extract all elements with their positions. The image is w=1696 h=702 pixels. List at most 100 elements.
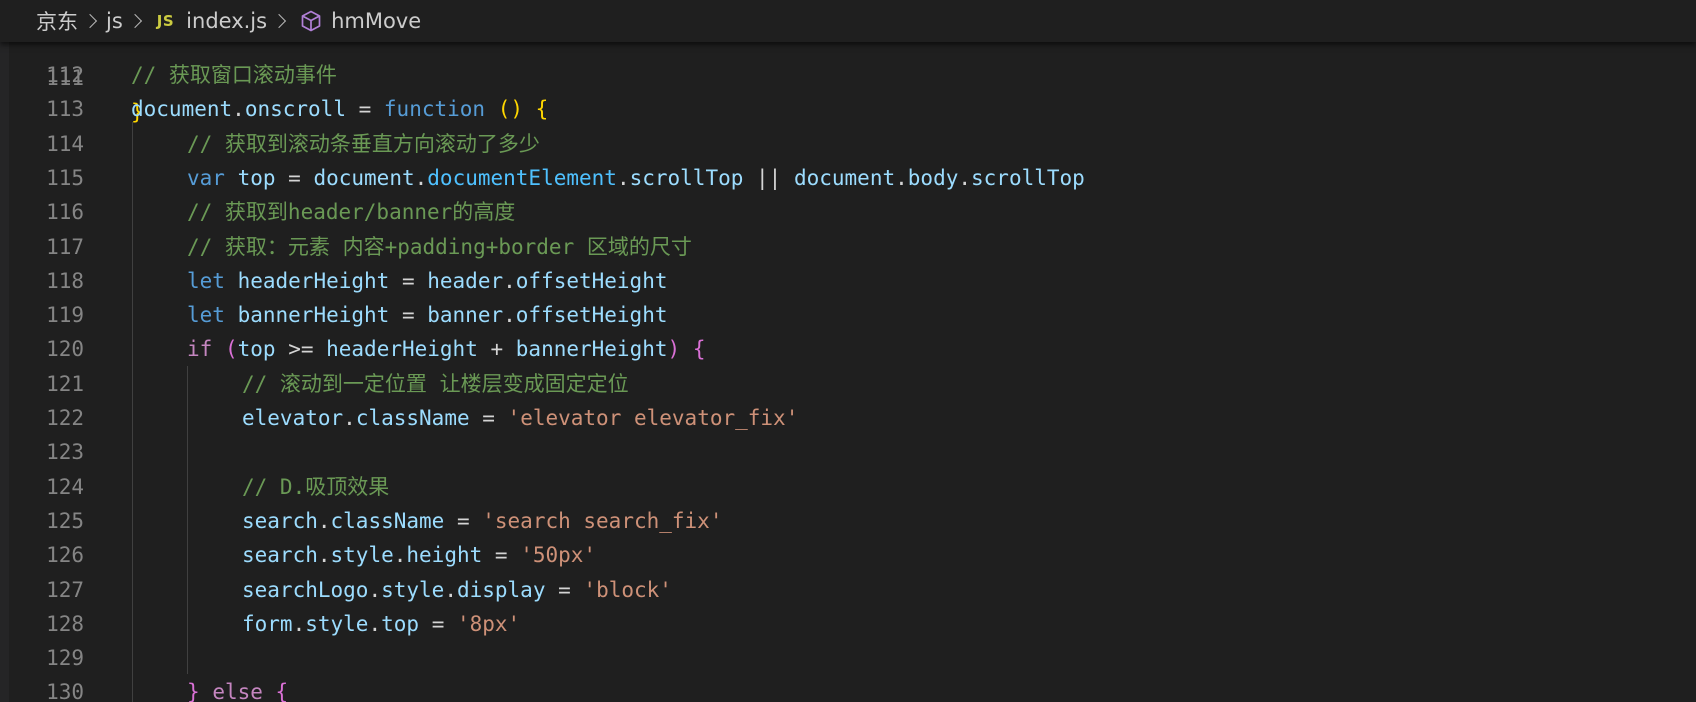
code-token: = [389,268,428,293]
breadcrumb: 京东 js JS index.js hmMove [0,0,1696,42]
code-token: . [958,165,972,190]
code-token: . [503,303,516,328]
code-text: // 获取窗口滚动事件 [131,58,337,92]
code-token: className [355,406,470,430]
indent-guide [132,122,133,702]
code-token: 'block' [583,577,672,602]
indent-guide [187,366,188,674]
breadcrumb-folder[interactable]: 京东 [36,6,78,36]
code-token: = [482,543,521,568]
code-line: 118 let headerHeight = header.offsetHeigh… [0,264,1696,298]
code-line: 122 elevator.className = 'elevator elevat… [0,401,1696,435]
code-token: + [477,337,516,362]
code-line: 120 if (top >= headerHeight + bannerHeigh… [0,332,1696,366]
code-line: 112 // 获取窗口滚动事件 [0,58,1696,92]
line-number: 116 [46,200,84,225]
code-editor[interactable]: 京东 js JS index.js hmMove 111 } 112// 获取窗… [0,0,1696,702]
code-token: . [444,577,457,602]
code-token: = [419,611,457,636]
code-token: headerHeight [237,268,390,293]
code-line: 123 [0,435,1696,469]
code-token: if [187,337,213,362]
line-number: 127 [46,577,84,602]
code-token: . [317,508,331,533]
code-token: scrollTop [629,165,744,190]
code-token: 'elevator elevator_fix' [507,406,799,430]
code-text: if (top >= headerHeight + bannerHeight) … [187,332,705,366]
code-token: top [237,165,276,190]
code-token: '8px' [456,611,521,636]
code-line: 129 [0,641,1696,675]
code-token: // 滚动到一定位置 让楼层变成固定定位 [242,371,629,396]
code-text: // 获取到header/banner的高度 [187,195,515,229]
code-line: 116 // 获取到header/banner的高度 [0,195,1696,229]
code-token: . [232,97,245,122]
javascript-file-icon: JS [156,12,175,30]
code-text: searchLogo.style.display = 'block' [242,573,672,607]
code-token: headerHeight [326,337,478,362]
code-token: form [242,611,293,636]
code-token: className [330,508,445,533]
line-number: 130 [46,680,84,702]
code-token: '50px' [520,543,597,568]
chevron-right-icon [125,9,149,33]
line-number: 120 [46,337,84,362]
code-token: searchLogo [242,577,369,602]
code-token: document [131,97,233,122]
code-token: { [692,337,706,362]
line-number: 115 [46,165,84,190]
code-token: offsetHeight [515,303,668,328]
code-token: var [187,165,225,190]
code-token: ) [667,337,681,362]
code-line: 115 var top = document.documentElement.sc… [0,161,1696,195]
code-text: // 获取：元素 内容+padding+border 区域的尺寸 [187,230,692,264]
code-line: 127 searchLogo.style.display = 'block' [0,573,1696,607]
chevron-right-icon [269,9,293,33]
code-token: search [242,508,318,533]
code-token: ( [224,337,238,362]
line-number: 119 [46,303,84,328]
code-token: bannerHeight [237,303,390,328]
code-token: offsetHeight [515,268,668,293]
code-token: 'search search_fix' [482,508,723,533]
code-token: banner [427,303,504,328]
code-token: } [187,680,200,702]
code-token: style [305,611,369,636]
code-token: = [345,97,384,122]
code-token: = [469,406,508,430]
code-token: { [275,680,289,702]
code-token: header [427,268,504,293]
code-line: 128 form.style.top = '8px' [0,607,1696,641]
code-token: . [393,543,407,568]
code-text: form.style.top = '8px' [242,607,520,641]
code-token: height [406,543,483,568]
code-text: let bannerHeight = banner.offsetHeight [187,298,667,332]
code-token: . [368,611,382,636]
chevron-right-icon [80,9,104,33]
code-token: display [456,577,546,602]
breadcrumb-symbol[interactable]: hmMove [331,9,421,33]
code-token: . [343,406,356,430]
code-token: style [381,577,445,602]
code-token: // 获取：元素 内容+padding+border 区域的尺寸 [187,234,692,259]
breadcrumb-file[interactable]: index.js [186,9,267,33]
breadcrumb-subfolder[interactable]: js [106,9,123,33]
code-token: // 获取到header/banner的高度 [187,200,516,225]
code-line: 130} else { [0,675,1696,702]
code-token: || [743,165,794,190]
line-number: 121 [46,371,84,396]
code-token: else [212,680,263,702]
code-token: scrollTop [971,165,1085,190]
code-line: 119 let bannerHeight = banner.offsetHeigh… [0,298,1696,332]
code-text: // D.吸顶效果 [242,470,389,504]
code-token: top [237,337,276,362]
code-text: search.style.height = '50px' [242,538,596,572]
code-token: . [292,611,306,636]
code-token: // D.吸顶效果 [242,474,390,499]
